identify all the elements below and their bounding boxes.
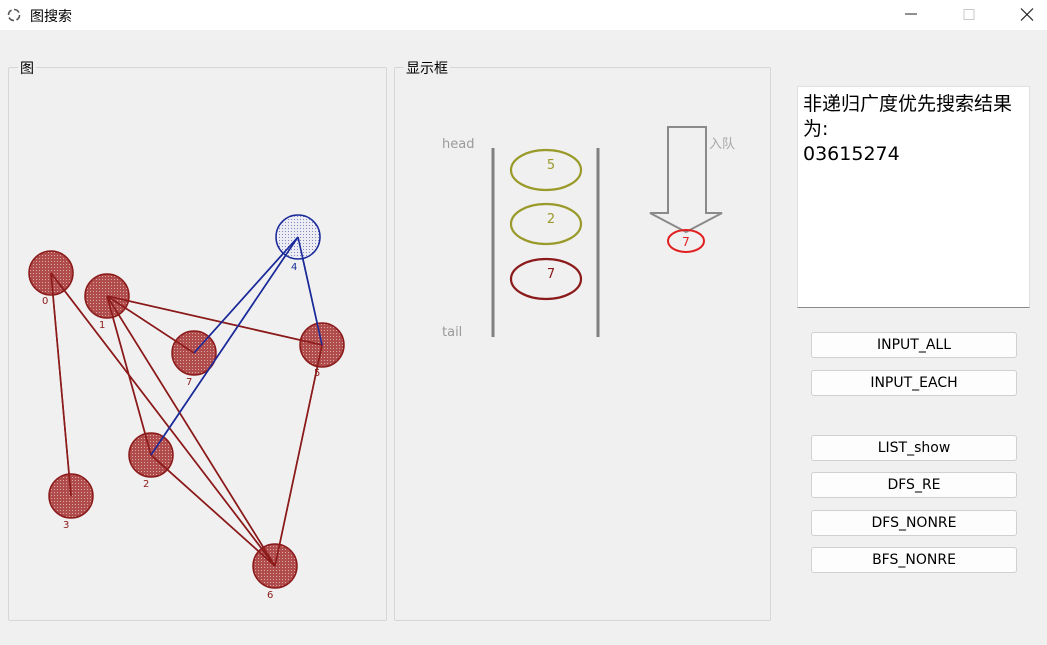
graph-node-1: 1: [84, 273, 130, 331]
result-textbox[interactable]: 非递归广度优先搜索结果 为: 03615274: [797, 86, 1030, 308]
queue-item-value: 2: [547, 212, 555, 227]
result-line-3: 03615274: [803, 143, 900, 165]
graph-edge-5-6: [274, 344, 323, 567]
graph-node-3: 3: [48, 473, 94, 531]
graph-edge-0-3: [50, 272, 72, 497]
enqueue-label: 入队: [709, 137, 735, 152]
graph-node-label: 1: [99, 320, 105, 331]
queue-item: 7: [509, 257, 583, 301]
queue-item: 5: [509, 148, 583, 192]
list-show-button[interactable]: LIST_show: [811, 435, 1017, 461]
queue-item-value: 5: [547, 158, 555, 173]
queue-item: 2: [509, 202, 583, 246]
queue-item-value: 7: [547, 267, 555, 282]
result-line-2: 为:: [803, 118, 829, 140]
graph-node-4: 4: [275, 214, 321, 273]
dfs-nonre-button[interactable]: DFS_NONRE: [811, 510, 1017, 536]
enqueue-value: 7: [682, 235, 690, 249]
result-line-1: 非递归广度优先搜索结果: [803, 93, 1013, 115]
graph-node-7: 7: [171, 330, 217, 388]
bfs-nonre-button[interactable]: BFS_NONRE: [811, 547, 1017, 573]
dfs-re-button[interactable]: DFS_RE: [811, 472, 1017, 498]
graph-node-label: 4: [291, 262, 297, 273]
graph-node-5: 5: [299, 322, 345, 379]
graph-edge-1-5: [106, 295, 323, 346]
graph-edge-2-6: [150, 454, 276, 567]
queue-items: 5 2 7: [509, 148, 583, 301]
graph-node-label: 3: [63, 520, 69, 531]
graph-nodes: 0 1 2 3 4 5 6 7: [28, 214, 345, 601]
input-all-button[interactable]: INPUT_ALL: [811, 332, 1017, 358]
queue-tail-label: tail: [442, 325, 462, 340]
graph-node-label: 7: [186, 377, 192, 388]
graph-node-label: 0: [42, 296, 48, 307]
queue-head-label: head: [442, 137, 474, 152]
graph-edge-0-6: [50, 272, 276, 567]
input-each-button[interactable]: INPUT_EACH: [811, 370, 1017, 396]
graph-node-label: 2: [143, 479, 149, 490]
graph-node-label: 6: [267, 590, 273, 601]
graph-node-2: 2: [128, 432, 174, 490]
